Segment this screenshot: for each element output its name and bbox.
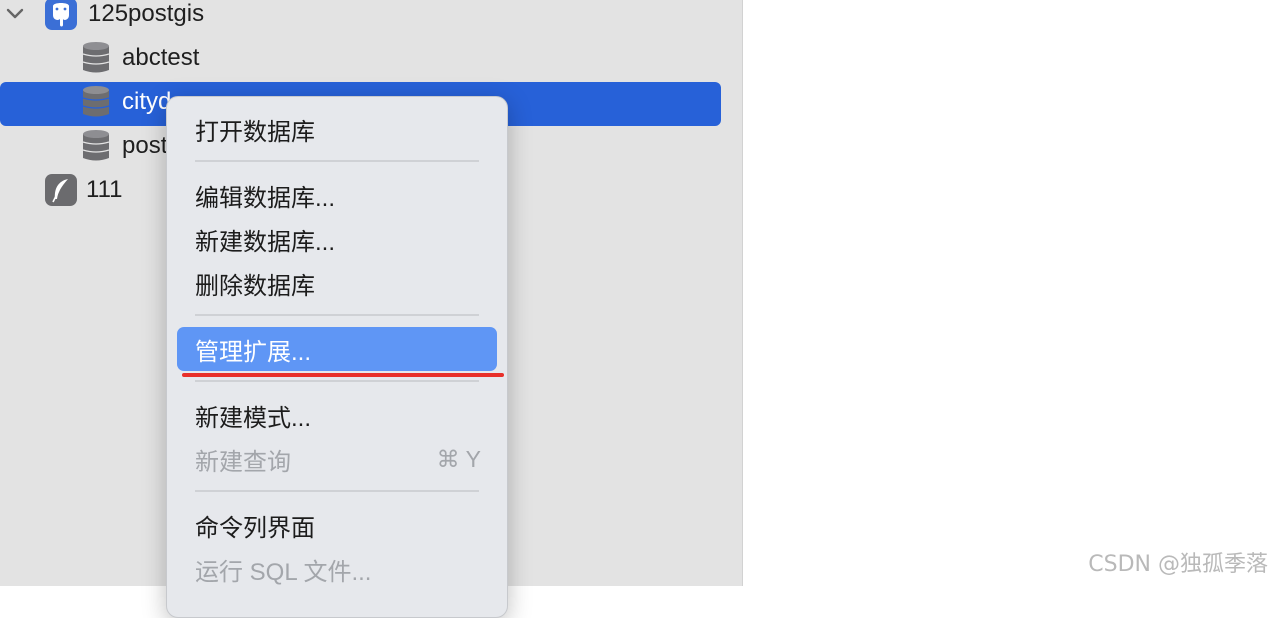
menu-item-label: 删除数据库: [195, 272, 315, 300]
menu-item-label: 新建模式...: [195, 404, 312, 432]
menu-separator: [195, 314, 479, 316]
database-icon: [82, 42, 110, 73]
tree-db-label: post: [122, 132, 168, 159]
context-menu: 打开数据库 编辑数据库... 新建数据库... 删除数据库 管理扩展... 新建…: [166, 96, 508, 618]
menu-item-new-database[interactable]: 新建数据库...: [177, 217, 497, 261]
menu-item-label: 编辑数据库...: [195, 184, 336, 212]
menu-item-manage-extensions[interactable]: 管理扩展...: [177, 327, 497, 371]
database-icon: [82, 86, 110, 117]
main-content-area: [743, 0, 1274, 586]
database-icon: [82, 130, 110, 161]
tree-connection-label: 125postgis: [88, 0, 205, 27]
annotation-underline: [182, 373, 504, 377]
menu-item-command-line[interactable]: 命令列界面: [177, 503, 497, 547]
menu-item-label: 运行 SQL 文件...: [195, 558, 372, 586]
tree-db-abctest[interactable]: abctest: [82, 36, 199, 80]
tree-connection-label: 111: [86, 176, 123, 203]
menu-item-new-query[interactable]: 新建查询 ⌘ Y: [177, 437, 497, 481]
chevron-down-icon[interactable]: [4, 2, 26, 24]
menu-item-label: 打开数据库: [195, 118, 315, 146]
menu-item-label: 新建查询: [195, 448, 291, 476]
tree-db-label: abctest: [122, 44, 200, 71]
tree-db-label: cityd: [122, 88, 172, 115]
menu-separator: [195, 380, 479, 382]
menu-item-open-database[interactable]: 打开数据库: [177, 107, 497, 151]
tree-db-post[interactable]: post: [82, 124, 167, 168]
menu-separator: [195, 490, 479, 492]
menu-item-run-sql-file[interactable]: 运行 SQL 文件...: [177, 547, 497, 591]
menu-item-edit-database[interactable]: 编辑数据库...: [177, 173, 497, 217]
menu-separator: [195, 160, 479, 162]
menu-item-label: 管理扩展...: [195, 338, 312, 366]
menu-item-label: 命令列界面: [195, 514, 315, 542]
tree-db-cityd[interactable]: cityd: [82, 80, 171, 124]
feather-icon: [45, 174, 77, 206]
menu-item-delete-database[interactable]: 删除数据库: [177, 261, 497, 305]
watermark: CSDN @独孤季落: [1088, 552, 1268, 577]
tree-connection-125postgis[interactable]: 125postgis: [44, 0, 204, 36]
menu-item-label: 新建数据库...: [195, 228, 336, 256]
postgres-elephant-icon: [45, 0, 77, 30]
menu-shortcut: ⌘ Y: [436, 445, 481, 472]
tree-connection-111[interactable]: 111: [44, 168, 122, 212]
menu-item-new-schema[interactable]: 新建模式...: [177, 393, 497, 437]
